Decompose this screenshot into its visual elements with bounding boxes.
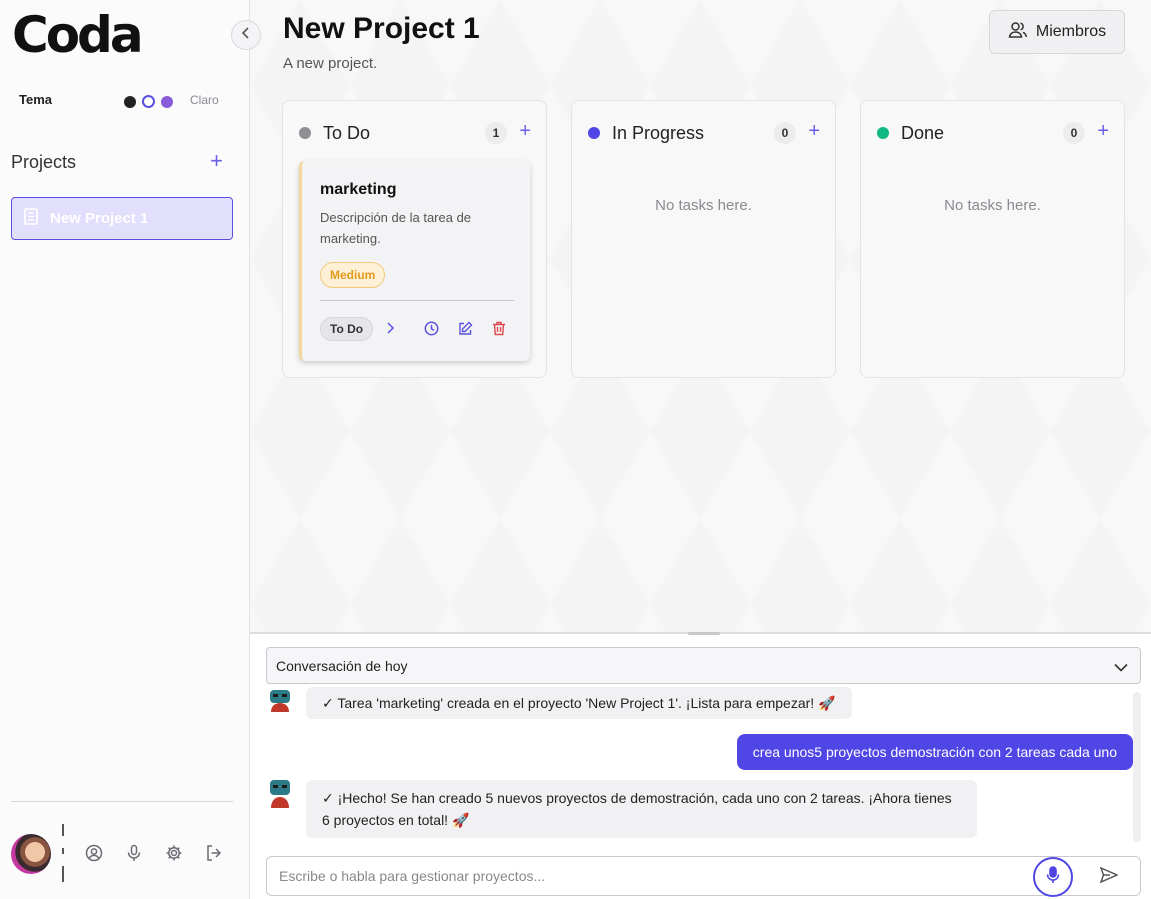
profile-icon[interactable]	[85, 844, 103, 862]
theme-selector: Tema Claro	[19, 92, 219, 110]
column-status-dot	[588, 127, 600, 139]
theme-options	[124, 95, 173, 108]
members-label: Miembros	[1035, 23, 1107, 40]
bot-avatar-icon	[268, 780, 292, 808]
column-header: To Do 1 +	[299, 120, 531, 145]
page-subtitle: A new project.	[283, 55, 378, 72]
user-info	[62, 822, 65, 884]
send-button[interactable]	[1099, 866, 1119, 888]
collapse-sidebar-button[interactable]	[231, 20, 261, 50]
chevron-down-icon	[1114, 659, 1128, 675]
gear-icon[interactable]	[165, 844, 183, 862]
sidebar-item-new-project-1[interactable]: New Project 1	[11, 197, 233, 240]
column-header: In Progress 0 +	[588, 120, 820, 145]
conversation-select-value: Conversación de hoy	[276, 657, 408, 674]
column-count: 0	[1063, 122, 1085, 144]
task-card[interactable]: marketing Descripción de la tarea de mar…	[299, 161, 530, 361]
chat-input[interactable]	[279, 865, 1019, 887]
microphone-icon	[1046, 865, 1060, 889]
sidebar-divider	[11, 801, 233, 802]
theme-light-option[interactable]	[142, 95, 155, 108]
add-task-button[interactable]: +	[1097, 120, 1109, 142]
chevron-left-icon	[241, 26, 251, 44]
theme-purple-option[interactable]	[161, 95, 173, 108]
column-in-progress: In Progress 0 + No tasks here.	[571, 100, 836, 378]
column-header: Done 0 +	[877, 120, 1109, 145]
members-button[interactable]: Miembros	[989, 10, 1125, 54]
chat-input-box	[266, 856, 1141, 897]
sidebar-footer-actions	[85, 844, 223, 862]
priority-badge: Medium	[320, 262, 386, 288]
project-board: New Project 1 A new project. Miembros To…	[250, 0, 1151, 632]
theme-label: Tema	[19, 92, 52, 107]
projects-title: Projects	[11, 152, 77, 172]
avatar[interactable]	[11, 834, 51, 874]
clock-icon[interactable]	[423, 320, 439, 336]
chat-message-bot: ✓ Tarea 'marketing' creada en el proyect…	[306, 687, 852, 719]
task-title: marketing	[320, 181, 397, 198]
column-title: Done	[901, 123, 945, 143]
theme-dark-option[interactable]	[124, 95, 136, 108]
bot-avatar-icon	[268, 690, 292, 718]
document-icon	[24, 207, 38, 230]
task-divider	[320, 300, 514, 301]
voice-input-button[interactable]	[1033, 857, 1073, 897]
theme-value: Claro	[190, 93, 219, 107]
chat-panel: Conversación de hoy ✓ Tarea 'marketing' …	[250, 632, 1151, 899]
resize-handle[interactable]	[688, 632, 720, 635]
chat-message-bot: ✓ ¡Hecho! Se han creado 5 nuevos proyect…	[306, 780, 977, 838]
trash-icon[interactable]	[491, 320, 507, 336]
add-project-button[interactable]: +	[210, 150, 223, 172]
chat-message-user: crea unos5 proyectos demostración con 2 …	[736, 734, 1133, 770]
empty-column-message: No tasks here.	[655, 197, 752, 214]
sidebar: Coda Tema Claro Projects + New Project 1	[0, 0, 250, 899]
add-task-button[interactable]: +	[519, 120, 531, 142]
send-icon	[1099, 866, 1119, 888]
page-title: New Project 1	[283, 12, 480, 45]
status-badge: To Do	[320, 317, 374, 341]
column-title: In Progress	[612, 123, 705, 143]
logout-icon[interactable]	[205, 844, 223, 862]
edit-icon[interactable]	[457, 320, 473, 336]
microphone-icon[interactable]	[125, 844, 143, 862]
column-todo: To Do 1 + marketing Descripción de la ta…	[282, 100, 547, 378]
column-count: 0	[774, 122, 796, 144]
column-status-dot	[877, 127, 889, 139]
chat-scrollbar[interactable]	[1133, 692, 1141, 842]
chevron-right-icon[interactable]	[382, 320, 398, 336]
column-title: To Do	[323, 123, 371, 143]
column-status-dot	[299, 127, 311, 139]
empty-column-message: No tasks here.	[944, 197, 1041, 214]
sidebar-item-label: New Project 1	[50, 210, 149, 227]
task-description: Descripción de la tarea de marketing.	[320, 210, 472, 246]
column-done: Done 0 + No tasks here.	[860, 100, 1125, 378]
projects-header: Projects +	[11, 150, 223, 176]
add-task-button[interactable]: +	[808, 120, 820, 142]
conversation-select[interactable]: Conversación de hoy	[266, 647, 1141, 684]
column-count: 1	[485, 122, 507, 144]
users-icon	[1008, 21, 1028, 44]
app-logo[interactable]: Coda	[12, 6, 144, 64]
